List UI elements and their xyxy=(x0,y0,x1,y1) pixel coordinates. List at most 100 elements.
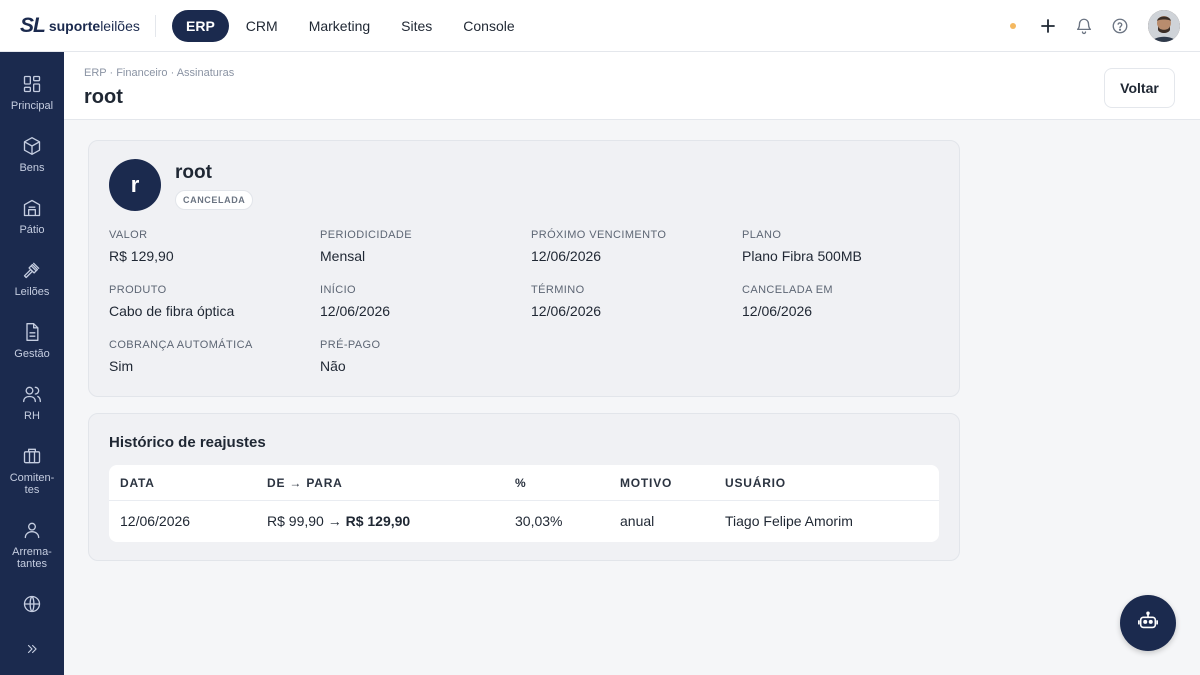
field-plano: PLANO Plano Fibra 500MB xyxy=(742,229,942,264)
field-value: Mensal xyxy=(320,248,366,264)
sidebar-item-label: RH xyxy=(24,410,40,422)
field-label: PRODUTO xyxy=(109,284,167,296)
field-value: Não xyxy=(320,358,346,374)
sidebar-item-label: Gestão xyxy=(14,348,50,360)
topnav-console[interactable]: Console xyxy=(449,10,528,42)
brand-logo[interactable]: SL suporteleilões xyxy=(20,14,140,38)
page-title: root xyxy=(84,86,123,108)
users-icon xyxy=(22,384,42,404)
field-pre-pago: PRÉ-PAGO Não xyxy=(320,339,520,374)
sidebar-item-label: Bens xyxy=(19,162,45,174)
user-avatar[interactable] xyxy=(1148,10,1180,42)
table-header: DATA DE → PARA % MOTIVO USUÁRIO xyxy=(109,465,939,501)
subscriber-avatar: r xyxy=(109,159,161,211)
gavel-icon xyxy=(22,260,42,280)
status-badge: CANCELADA xyxy=(175,190,254,210)
sidebar-item-sites[interactable] xyxy=(0,594,64,614)
section-title: Histórico de reajustes xyxy=(109,434,266,451)
sidebar-item-label: Principal xyxy=(10,100,54,112)
sidebar-item-rh[interactable]: RH xyxy=(0,384,64,422)
field-value: R$ 129,90 xyxy=(109,248,174,264)
document-icon xyxy=(22,322,42,342)
field-proximo-vencimento: PRÓXIMO VENCIMENTO 12/06/2026 xyxy=(531,229,731,264)
subscriber-name: root xyxy=(175,162,212,183)
sidebar-item-label: Arrema- tantes xyxy=(12,546,52,570)
field-label: VALOR xyxy=(109,229,148,241)
robot-icon xyxy=(1137,610,1159,637)
logo-mark: SL xyxy=(20,14,46,37)
field-inicio: INÍCIO 12/06/2026 xyxy=(320,284,520,319)
sidebar-item-principal[interactable]: Principal xyxy=(0,74,64,112)
field-label: PERIODICIDADE xyxy=(320,229,412,241)
assistant-button[interactable] xyxy=(1120,595,1176,651)
field-label: INÍCIO xyxy=(320,284,357,296)
person-icon xyxy=(22,520,42,540)
cell-de-para: R$ 99,90 → R$ 129,90 xyxy=(267,513,411,529)
box-icon xyxy=(22,136,42,156)
field-value: Cabo de fibra óptica xyxy=(109,303,235,319)
field-label: PLANO xyxy=(742,229,782,241)
field-value: 12/06/2026 xyxy=(320,303,391,319)
field-label: PRÉ-PAGO xyxy=(320,339,381,351)
dashboard-icon xyxy=(22,74,42,94)
top-right-actions xyxy=(1010,10,1180,42)
field-value: 12/06/2026 xyxy=(742,303,813,319)
sidebar: Principal Bens Pátio Leilões Gestão RH C… xyxy=(0,52,64,675)
field-value: Plano Fibra 500MB xyxy=(742,248,862,264)
logo-text: suporteleilões xyxy=(48,18,140,34)
bell-icon[interactable] xyxy=(1074,16,1094,36)
sidebar-item-label: Comiten- tes xyxy=(9,472,55,496)
help-icon[interactable] xyxy=(1110,16,1130,36)
breadcrumb[interactable]: ERP · Financeiro · Assinaturas xyxy=(84,67,234,79)
sidebar-item-leiloes[interactable]: Leilões xyxy=(0,260,64,298)
sidebar-item-label: Pátio xyxy=(19,224,45,236)
plus-icon[interactable] xyxy=(1038,16,1058,36)
back-button[interactable]: Voltar xyxy=(1104,68,1175,108)
sidebar-item-comitentes[interactable]: Comiten- tes xyxy=(0,446,64,496)
field-termino: TÉRMINO 12/06/2026 xyxy=(531,284,731,319)
cell-motivo: anual xyxy=(620,513,655,529)
field-periodicidade: PERIODICIDADE Mensal xyxy=(320,229,520,264)
status-dot xyxy=(1010,23,1016,29)
sidebar-item-arrematantes[interactable]: Arrema- tantes xyxy=(0,520,64,570)
top-bar: SL suporteleilões ERP CRM Marketing Site… xyxy=(0,0,1200,52)
field-label: CANCELADA EM xyxy=(742,284,833,296)
sidebar-item-bens[interactable]: Bens xyxy=(0,136,64,174)
topnav-crm[interactable]: CRM xyxy=(232,10,292,42)
topnav-erp[interactable]: ERP xyxy=(172,10,229,42)
globe-icon xyxy=(22,594,42,614)
subscription-card: r root CANCELADA VALOR R$ 129,90 PERIODI… xyxy=(88,140,960,397)
field-label: TÉRMINO xyxy=(531,284,585,296)
top-nav: ERP CRM Marketing Sites Console xyxy=(172,10,532,42)
divider xyxy=(155,15,156,37)
field-cobranca-automatica: COBRANÇA AUTOMÁTICA Sim xyxy=(109,339,309,374)
chevrons-right-icon xyxy=(25,642,39,656)
field-value: 12/06/2026 xyxy=(531,303,602,319)
cell-data: 12/06/2026 xyxy=(120,513,191,529)
column-header-usuario: USUÁRIO xyxy=(725,476,786,490)
sidebar-item-patio[interactable]: Pátio xyxy=(0,198,64,236)
column-header-motivo: MOTIVO xyxy=(620,476,673,490)
topnav-marketing[interactable]: Marketing xyxy=(295,10,384,42)
page-header: ERP · Financeiro · Assinaturas root Volt… xyxy=(64,52,1200,120)
cell-usuario: Tiago Felipe Amorim xyxy=(725,513,853,529)
column-header-de-para: DE → PARA xyxy=(267,476,343,490)
field-label: PRÓXIMO VENCIMENTO xyxy=(531,229,667,241)
column-header-data: DATA xyxy=(120,476,155,490)
building-icon xyxy=(22,198,42,218)
sidebar-item-gestao[interactable]: Gestão xyxy=(0,322,64,360)
field-produto: PRODUTO Cabo de fibra óptica xyxy=(109,284,309,319)
sidebar-item-label: Leilões xyxy=(14,286,50,298)
column-header-percent: % xyxy=(515,476,527,490)
field-cancelada-em: CANCELADA EM 12/06/2026 xyxy=(742,284,942,319)
briefcase-icon xyxy=(22,446,42,466)
field-value: 12/06/2026 xyxy=(531,248,602,264)
history-card: Histórico de reajustes DATA DE → PARA % … xyxy=(88,413,960,561)
cell-percent: 30,03% xyxy=(515,513,563,529)
topnav-sites[interactable]: Sites xyxy=(387,10,446,42)
sidebar-expand-button[interactable] xyxy=(0,642,64,656)
field-label: COBRANÇA AUTOMÁTICA xyxy=(109,339,253,351)
field-value: Sim xyxy=(109,358,134,374)
history-table: DATA DE → PARA % MOTIVO USUÁRIO 12/06/20… xyxy=(109,465,939,542)
field-valor: VALOR R$ 129,90 xyxy=(109,229,309,264)
